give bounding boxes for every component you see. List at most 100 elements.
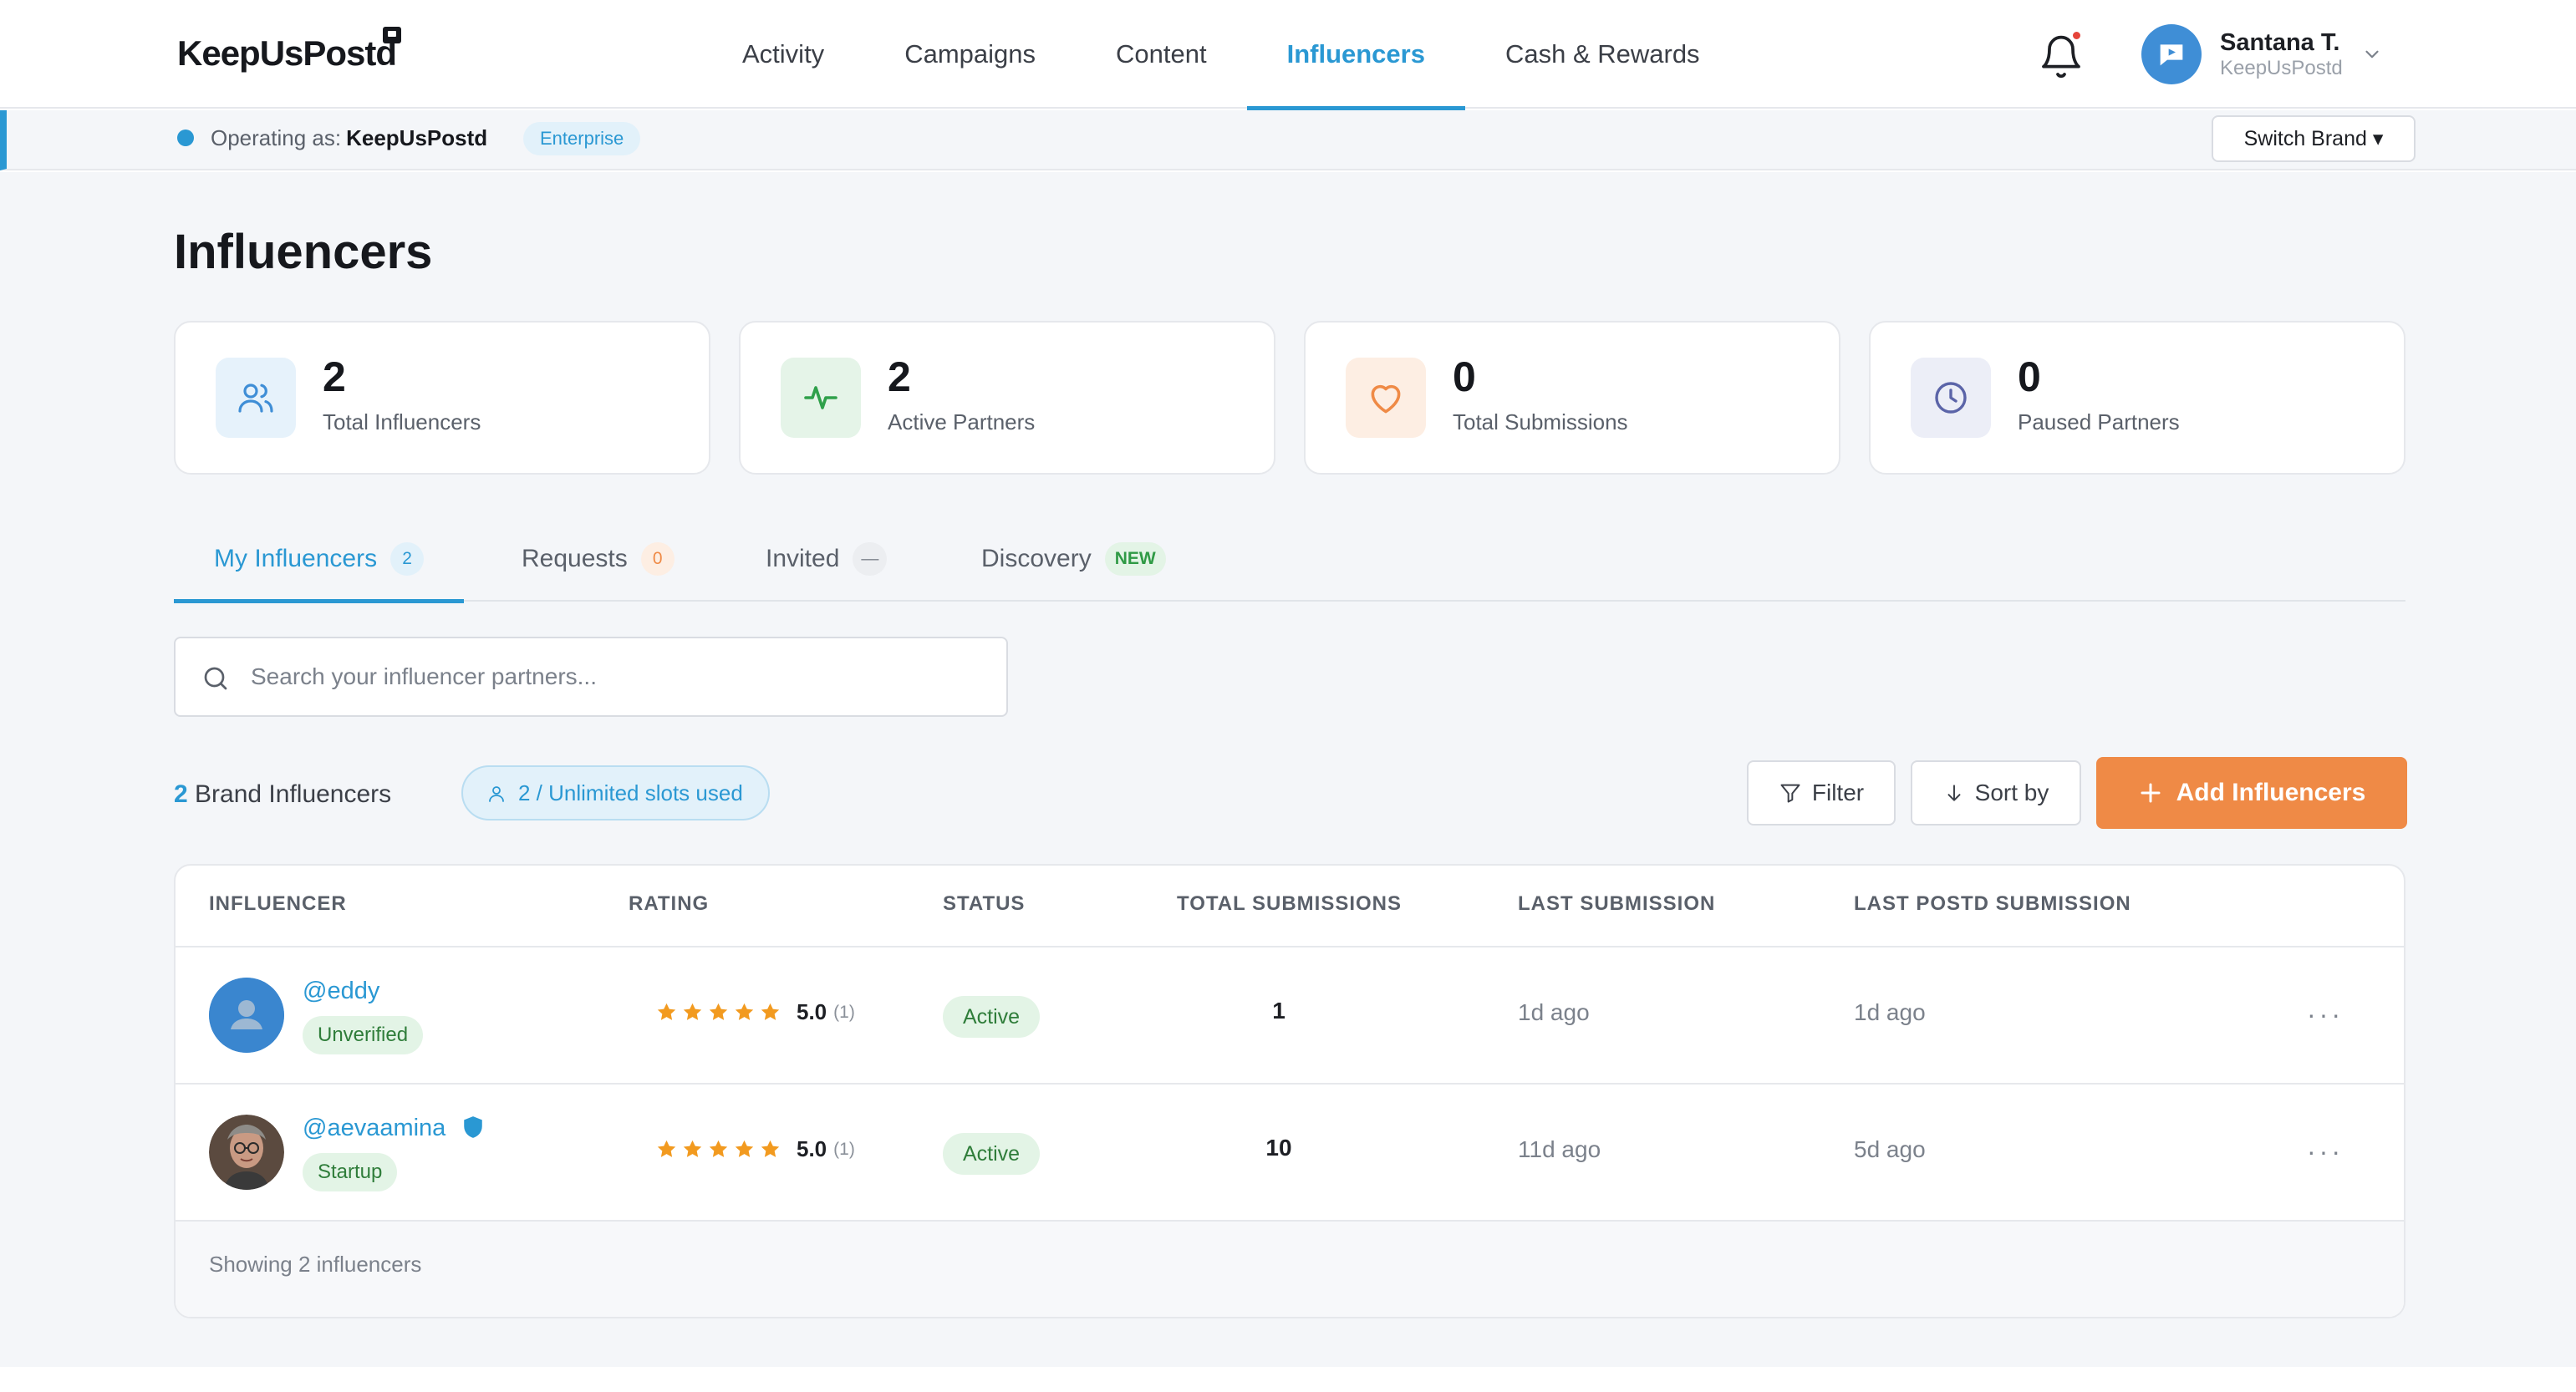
tab-count-badge: — (853, 542, 888, 576)
star-icon (709, 1140, 728, 1157)
influencer-handle[interactable]: @aevaamina (303, 1115, 445, 1141)
tab-label: My Influencers (214, 545, 378, 572)
stat-label: Total Submissions (1453, 409, 1628, 434)
column-header-last-postd-submission[interactable]: LAST POSTD SUBMISSION (1854, 892, 2131, 916)
brand-logo[interactable]: KeepUsPostd (177, 33, 397, 74)
chat-play-icon (2160, 44, 2183, 66)
star-icon (709, 1003, 728, 1020)
star-rating-icon (655, 1138, 785, 1161)
more-actions-icon[interactable]: ··· (2307, 999, 2344, 1030)
table-footer: Showing 2 influencers (176, 1222, 2404, 1317)
new-badge: NEW (1104, 542, 1166, 576)
showing-count: Showing 2 influencers (209, 1252, 422, 1277)
stat-value: 2 (888, 353, 911, 400)
verified-shield-icon (464, 1116, 483, 1138)
search-icon (204, 667, 227, 690)
star-icon (761, 1003, 780, 1020)
stat-value: 0 (1453, 353, 1476, 400)
add-influencers-button[interactable]: Add Influencers (2096, 757, 2407, 829)
tab-discovery[interactable]: Discovery NEW (981, 516, 1166, 602)
last-postd-submission: 1d ago (1854, 999, 1926, 1025)
users-icon (216, 358, 296, 438)
stat-label: Total Influencers (323, 409, 481, 434)
more-actions-icon[interactable]: ··· (2307, 1136, 2344, 1167)
sort-button[interactable]: Sort by (1911, 760, 2081, 826)
star-icon (657, 1003, 676, 1020)
stat-card-total-submissions: 0 Total Submissions (1304, 321, 1840, 475)
avatar[interactable] (209, 1115, 284, 1190)
star-icon (761, 1140, 780, 1157)
stat-value: 0 (2018, 353, 2041, 400)
default-user-icon (209, 978, 284, 1053)
tab-invited[interactable]: Invited — (766, 516, 888, 602)
user-org: KeepUsPostd (2220, 57, 2343, 79)
nav-cash-rewards[interactable]: Cash & Rewards (1465, 0, 1740, 109)
stat-card-active-partners: 2 Active Partners (739, 321, 1275, 475)
filter-button[interactable]: Filter (1747, 760, 1896, 826)
influencer-count: 2 Brand Influencers (174, 780, 391, 809)
influencer-tabs: My Influencers 2 Requests 0 Invited — Di… (174, 516, 2405, 603)
tab-count-badge: 2 (390, 542, 425, 576)
column-header-last-submission[interactable]: LAST SUBMISSION (1518, 892, 1715, 916)
rating-count: (1) (833, 1002, 855, 1022)
logo-mark-icon (383, 27, 401, 43)
operating-bar: Operating as: KeepUsPostd Enterprise Swit… (0, 110, 2576, 170)
influencer-handle-wrap[interactable]: @aevaamina (303, 1115, 484, 1142)
column-header-status[interactable]: STATUS (943, 892, 1025, 916)
nav-content[interactable]: Content (1076, 0, 1247, 109)
table-header: INFLUENCER RATING STATUS TOTAL SUBMISSIO… (176, 866, 2404, 947)
avatar[interactable] (209, 978, 284, 1053)
plan-badge: Enterprise (523, 122, 641, 155)
main-content: Influencers 2 Total Influencers 2 Active… (0, 172, 2576, 1367)
tab-count-badge: 0 (640, 542, 675, 576)
rating-value: 5.0 (797, 999, 827, 1024)
chevron-down-icon[interactable] (2361, 43, 2383, 65)
status-dot (177, 130, 194, 146)
rating-value: 5.0 (797, 1136, 827, 1161)
star-icon (735, 1140, 754, 1157)
status-badge: Active (943, 1133, 1041, 1175)
add-label: Add Influencers (2176, 779, 2366, 806)
bell-icon[interactable] (2038, 33, 2085, 80)
user-icon (489, 786, 504, 802)
tab-label: Requests (522, 545, 628, 572)
plus-icon (2141, 783, 2161, 803)
tier-badge: Startup (303, 1153, 398, 1191)
stat-label: Active Partners (888, 409, 1036, 434)
operating-label: Operating as: KeepUsPostd (211, 125, 487, 151)
tab-my-influencers[interactable]: My Influencers 2 (174, 516, 465, 603)
column-header-rating[interactable]: RATING (629, 892, 709, 916)
activity-icon (781, 358, 861, 438)
arrow-down-icon (1947, 785, 1961, 801)
switch-brand-button[interactable]: Switch Brand ▾ (2212, 115, 2416, 162)
column-header-total-submissions[interactable]: TOTAL SUBMISSIONS (1177, 892, 1402, 916)
brand-avatar (2141, 24, 2202, 84)
main-nav: Activity Campaigns Content Influencers C… (702, 0, 1740, 110)
last-postd-submission: 5d ago (1854, 1136, 1926, 1162)
operating-brand: KeepUsPostd (346, 125, 488, 150)
user-menu[interactable]: Santana T. KeepUsPostd (2141, 22, 2383, 87)
rating: 5.0 (1) (655, 1136, 855, 1162)
table-row[interactable]: @eddy Unverified 5.0 (1) Active 1 1d ago… (176, 947, 2404, 1085)
table-row[interactable]: @aevaamina Startup 5.0 (1) Active 10 11d… (176, 1085, 2404, 1222)
nav-activity[interactable]: Activity (702, 0, 864, 109)
profile-photo (209, 1115, 284, 1190)
page-bottom (0, 1367, 2576, 1392)
count-number: 2 (174, 780, 188, 808)
nav-campaigns[interactable]: Campaigns (864, 0, 1076, 109)
search-input[interactable] (251, 638, 986, 715)
column-header-influencer[interactable]: INFLUENCER (209, 892, 347, 916)
star-icon (657, 1140, 676, 1157)
notification-dot (2073, 32, 2080, 39)
heart-icon (1346, 358, 1426, 438)
search-box[interactable] (174, 637, 1008, 717)
tab-requests[interactable]: Requests 0 (522, 516, 675, 602)
influencer-handle[interactable]: @eddy (303, 978, 379, 1005)
star-icon (683, 1003, 702, 1020)
nav-influencers[interactable]: Influencers (1246, 0, 1466, 110)
rating-count: (1) (833, 1139, 855, 1159)
tier-badge: Unverified (303, 1016, 424, 1054)
filter-label: Filter (1811, 780, 1865, 805)
total-submissions: 1 (1272, 998, 1285, 1024)
tab-label: Discovery (981, 545, 1092, 572)
